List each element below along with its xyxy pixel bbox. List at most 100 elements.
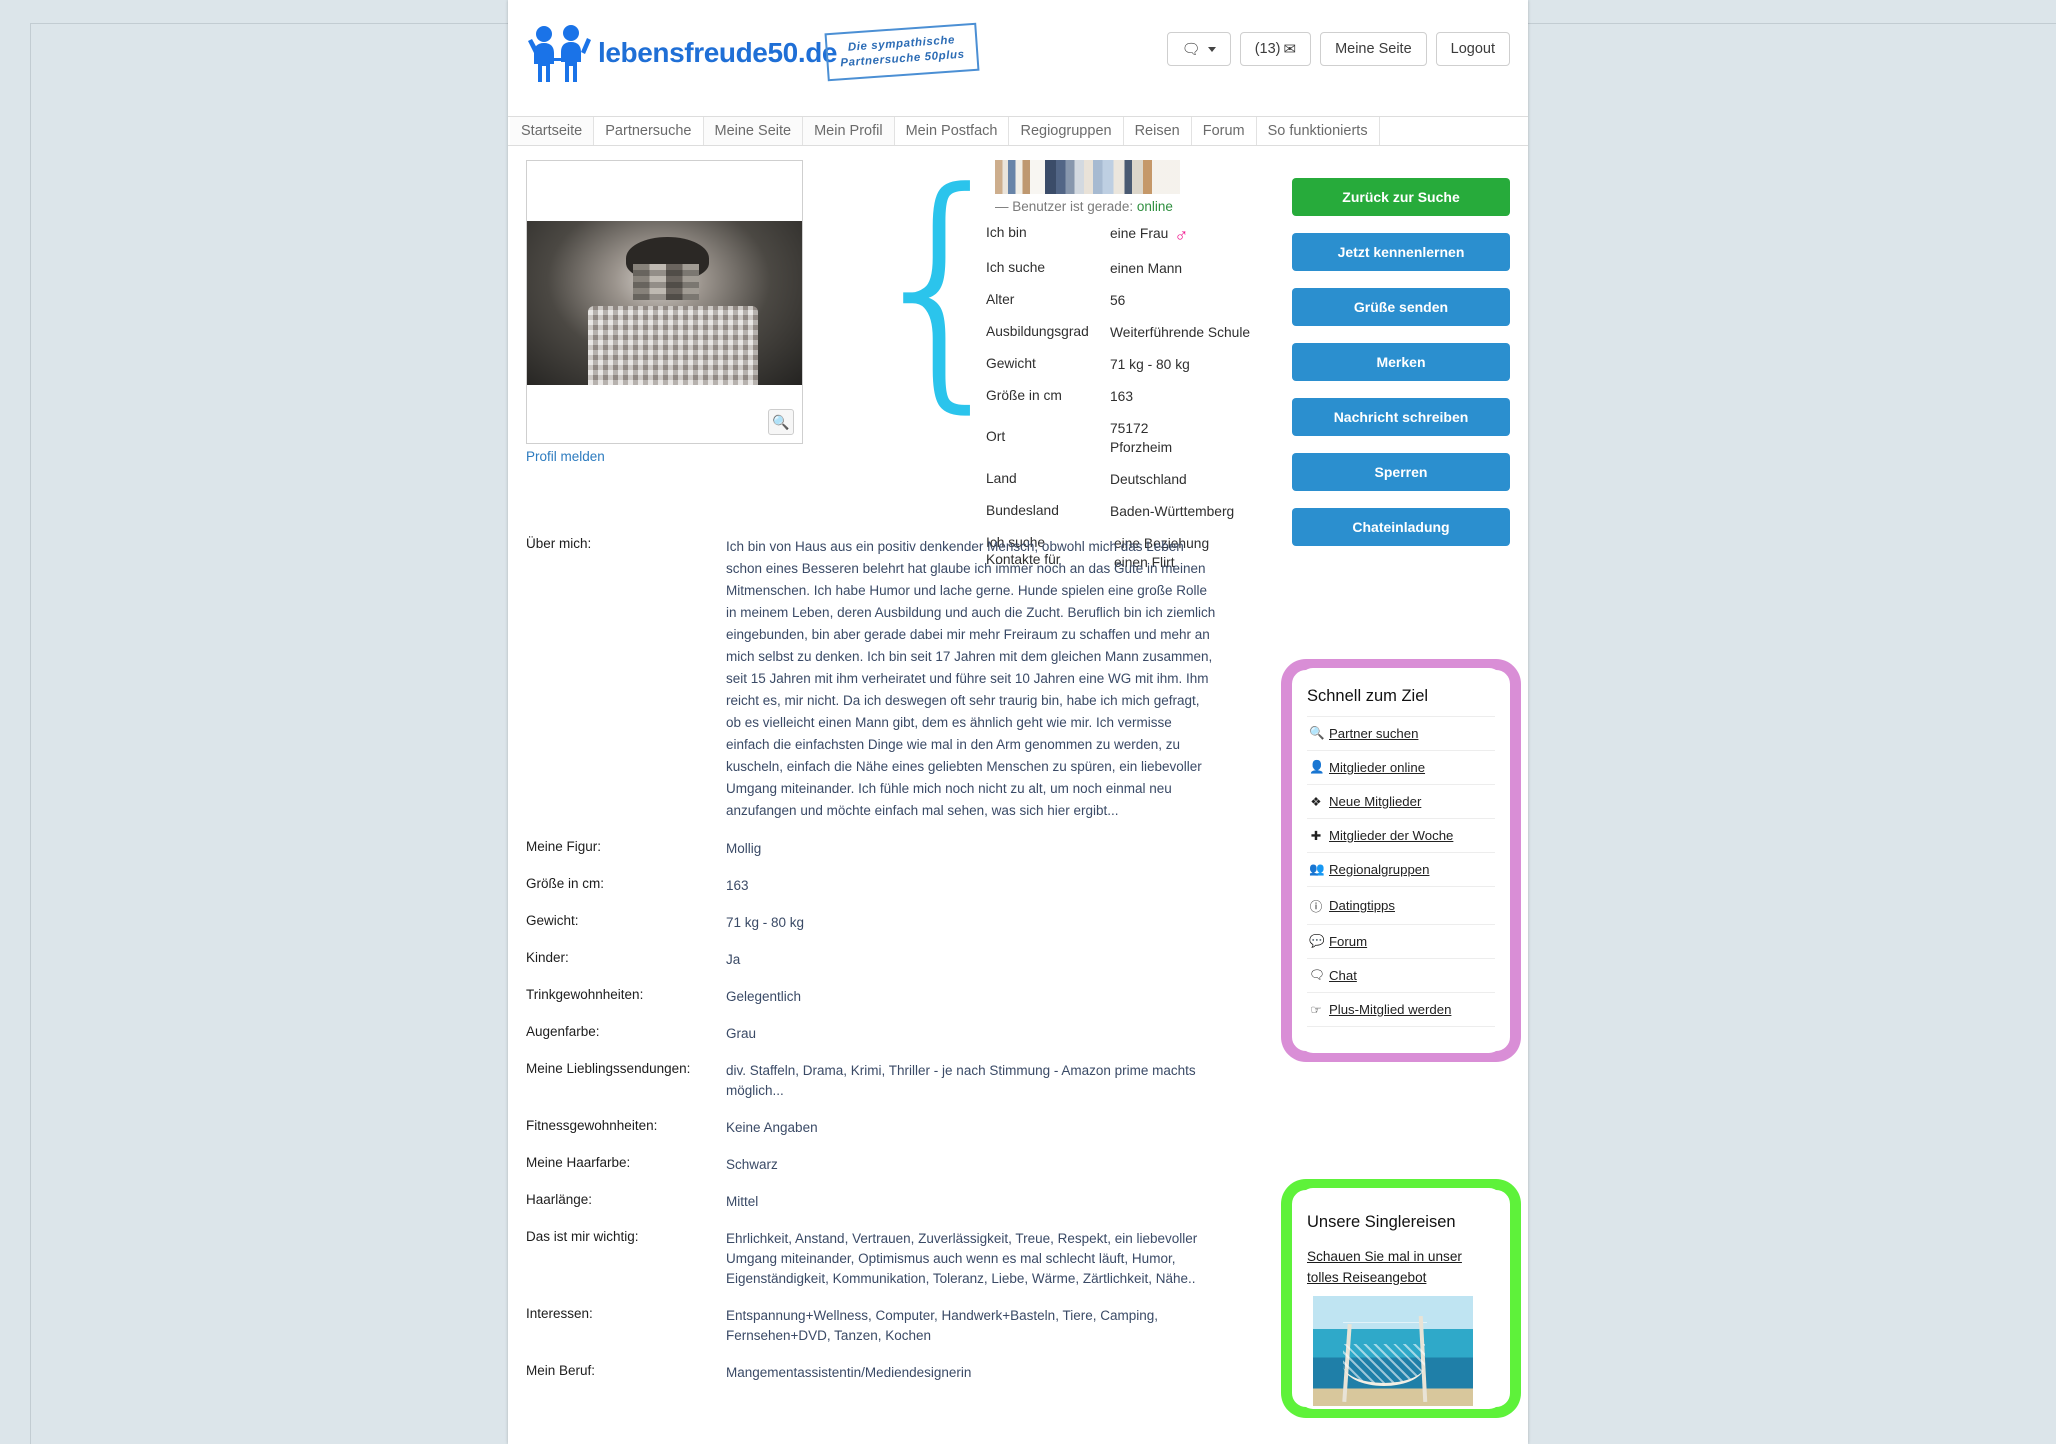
photo-face-pixelated	[632, 263, 699, 300]
hand-pointer-icon: ☞	[1310, 1003, 1322, 1017]
nav-item-partnersuche[interactable]: Partnersuche	[594, 117, 704, 145]
chat-dropdown-button[interactable]: 🗨	[1166, 32, 1231, 66]
bookmark-button[interactable]: Merken	[1292, 343, 1510, 381]
info-label: Ausbildungsgrad	[986, 324, 1089, 339]
detail-value: Schwarz	[726, 1157, 778, 1172]
detail-label: Interessen:	[526, 1306, 593, 1321]
info-row-ich-suche: Ich suche einen Mann	[986, 259, 1286, 278]
quick-links-footer-divider	[1307, 1026, 1495, 1036]
detail-value: Ehrlichkeit, Anstand, Vertrauen, Zuverlä…	[726, 1231, 1198, 1286]
detail-label: Gewicht:	[526, 913, 579, 928]
detail-value: 71 kg - 80 kg	[726, 915, 805, 930]
info-label: Gewicht	[986, 356, 1036, 371]
nav-item-startseite[interactable]: Startseite	[510, 117, 595, 145]
nav-filler	[1379, 117, 1528, 145]
detail-value: Keine Angaben	[726, 1120, 818, 1135]
nav-item-meine-seite[interactable]: Meine Seite	[703, 117, 804, 145]
page-container: lebensfreude50.de Die sympathische Partn…	[508, 0, 1528, 1444]
nav-item-regiogruppen[interactable]: Regiogruppen	[1009, 117, 1124, 145]
chevron-down-icon	[1207, 46, 1216, 52]
info-row-groesse: Größe in cm 163	[986, 387, 1286, 406]
quick-links-widget: Schnell zum Ziel 🔍 Partner suchen 👤 Mitg…	[1292, 668, 1510, 1053]
nav-item-reisen[interactable]: Reisen	[1123, 117, 1192, 145]
report-profile-link[interactable]: Profil melden	[526, 449, 605, 464]
info-value: Weiterführende Schule	[1110, 325, 1251, 340]
two-people-logo-icon	[528, 25, 591, 82]
write-message-button[interactable]: Nachricht schreiben	[1292, 398, 1510, 436]
site-header: lebensfreude50.de Die sympathische Partn…	[508, 0, 1528, 116]
quick-link-label: Mitglieder der Woche	[1329, 828, 1454, 843]
quick-link-datingtipps[interactable]: ⓘ Datingtipps	[1307, 886, 1495, 924]
get-to-know-button[interactable]: Jetzt kennenlernen	[1292, 233, 1510, 271]
magnifier-plus-icon[interactable]: 🔍	[768, 409, 794, 435]
quick-link-label: Datingtipps	[1329, 898, 1395, 913]
info-label: Größe in cm	[986, 388, 1062, 403]
send-greetings-button[interactable]: Grüße senden	[1292, 288, 1510, 326]
quick-link-neue-mitglieder[interactable]: ❖ Neue Mitglieder	[1307, 784, 1495, 818]
photo-wire	[1343, 1322, 1427, 1323]
quick-link-regionalgruppen[interactable]: 👥 Regionalgruppen	[1307, 852, 1495, 886]
profile-info-block: — Benutzer ist gerade: online Ich bin ei…	[986, 160, 1286, 585]
envelope-icon: ✉	[1283, 41, 1297, 58]
info-label: Land	[986, 471, 1017, 486]
quick-link-mitglieder-der-woche[interactable]: ✚ Mitglieder der Woche	[1307, 818, 1495, 852]
info-value: 75172 Pforzheim	[1110, 421, 1173, 455]
quick-link-label: Neue Mitglieder	[1329, 794, 1422, 809]
quick-link-label: Chat	[1329, 968, 1357, 983]
status-prefix: — Benutzer ist gerade:	[995, 199, 1134, 214]
detail-value: Ja	[726, 952, 741, 967]
profile-photo[interactable]	[527, 221, 802, 385]
info-label: Ich suche	[986, 260, 1046, 275]
quick-link-label: Forum	[1329, 934, 1368, 949]
detail-value: div. Staffeln, Drama, Krimi, Thriller - …	[726, 1063, 1196, 1098]
hammock-beach-photo[interactable]	[1313, 1296, 1473, 1406]
speech-bubble-icon: 💬	[1309, 934, 1325, 948]
online-status: — Benutzer ist gerade: online	[995, 199, 1286, 214]
info-label: Ort	[986, 429, 1006, 444]
detail-value: Ich bin von Haus aus ein positiv denkend…	[726, 539, 1216, 818]
info-row-land: Land Deutschland	[986, 470, 1286, 489]
detail-value: Gelegentlich	[726, 989, 802, 1004]
quick-link-label: Regionalgruppen	[1329, 862, 1430, 877]
back-to-search-button[interactable]: Zurück zur Suche	[1292, 178, 1510, 216]
site-logo-text: lebensfreude50.de	[598, 37, 838, 68]
profile-photo-card[interactable]: 🔍	[526, 160, 803, 444]
info-row-ort: Ort 75172 Pforzheim	[986, 419, 1286, 457]
quick-link-mitglieder-online[interactable]: 👤 Mitglieder online	[1307, 750, 1495, 784]
profile-action-buttons: Zurück zur Suche Jetzt kennenlernen Grüß…	[1292, 178, 1510, 563]
messages-button[interactable]: (13) ✉	[1239, 32, 1312, 66]
search-icon: 🔍	[1309, 726, 1325, 740]
quick-link-partner-suchen[interactable]: 🔍 Partner suchen	[1307, 716, 1495, 750]
detail-label: Fitnessgewohnheiten:	[526, 1118, 658, 1133]
detail-label: Augenfarbe:	[526, 1024, 600, 1039]
singles-travel-widget: Unsere Singlereisen Schauen Sie mal in u…	[1292, 1188, 1510, 1409]
detail-label: Mein Beruf:	[526, 1363, 596, 1378]
nav-item-forum[interactable]: Forum	[1191, 117, 1257, 145]
quick-link-plus-mitglied[interactable]: ☞ Plus-Mitglied werden	[1307, 992, 1495, 1026]
profile-summary-section: 🔍 Profil melden { — Benutzer ist gerade:…	[508, 146, 1528, 570]
plus-icon: ✚	[1310, 829, 1322, 843]
logout-button[interactable]: Logout	[1435, 32, 1510, 66]
block-button[interactable]: Sperren	[1292, 453, 1510, 491]
right-sidebar: Schnell zum Ziel 🔍 Partner suchen 👤 Mitg…	[1274, 668, 1528, 1430]
nav-item-so-funktionierts[interactable]: So funktionierts	[1256, 117, 1380, 145]
site-logo[interactable]: lebensfreude50.de	[526, 22, 837, 84]
info-value: Baden-Württemberg	[1110, 504, 1235, 519]
detail-value: Mittel	[726, 1194, 759, 1209]
quick-link-chat[interactable]: 🗨 Chat	[1307, 958, 1495, 992]
messages-count: (13)	[1254, 41, 1281, 57]
quick-link-label: Mitglieder online	[1329, 760, 1426, 775]
info-row-alter: Alter 56	[986, 291, 1286, 310]
quick-link-forum[interactable]: 💬 Forum	[1307, 924, 1495, 958]
detail-label: Haarlänge:	[526, 1192, 593, 1207]
travel-link-line-1: Schauen Sie mal in unser	[1307, 1249, 1462, 1264]
info-label: Alter	[986, 292, 1015, 307]
quick-links-title: Schnell zum Ziel	[1307, 687, 1429, 705]
info-value: 163	[1110, 389, 1134, 404]
my-page-button[interactable]: Meine Seite	[1320, 32, 1427, 66]
info-row-ausbildungsgrad: Ausbildungsgrad Weiterführende Schule	[986, 323, 1286, 342]
group-icon: 👥	[1309, 862, 1325, 876]
info-value: einen Mann	[1110, 261, 1183, 276]
travel-offer-link[interactable]: Schauen Sie mal in unser tolles Reiseang…	[1307, 1246, 1495, 1288]
flame-icon: ❖	[1310, 795, 1322, 809]
